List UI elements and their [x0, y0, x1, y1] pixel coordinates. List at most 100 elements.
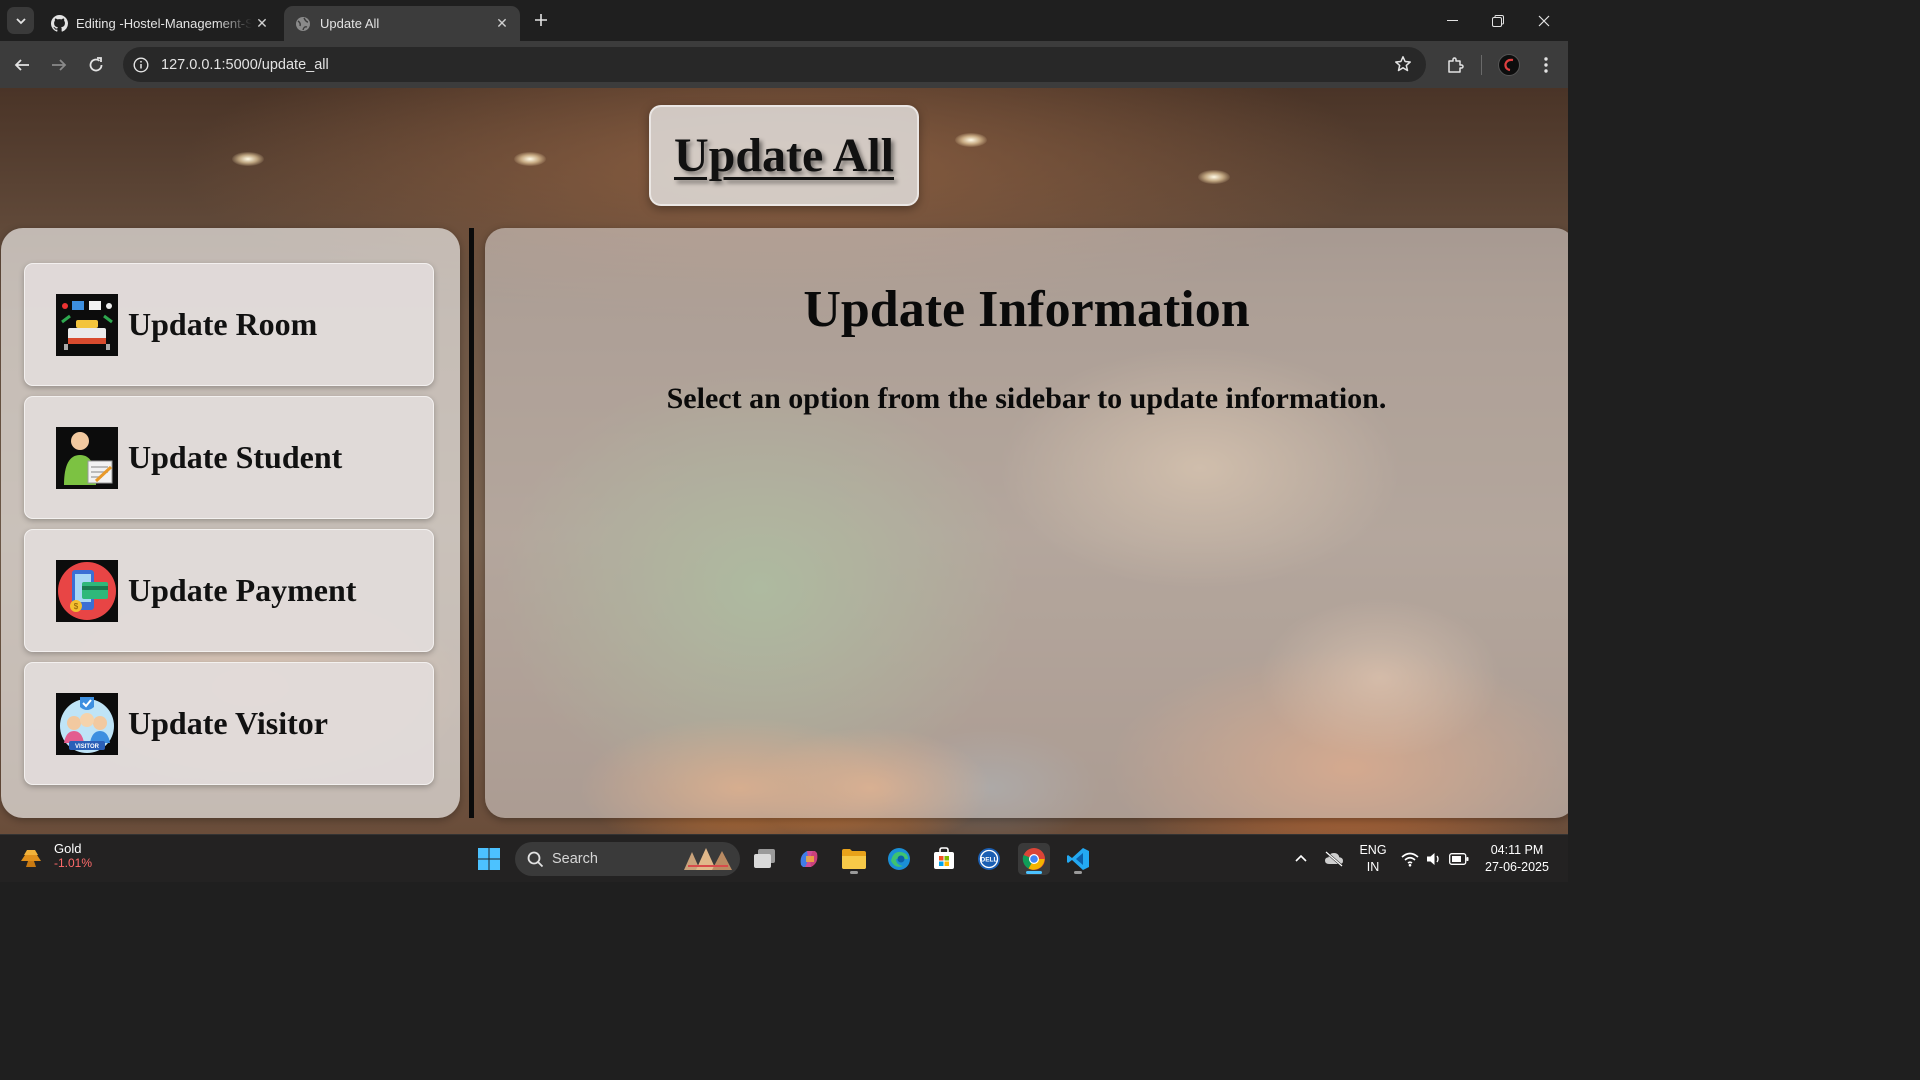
sidebar-item-label: Update Payment	[128, 572, 357, 608]
battery-icon	[1449, 853, 1469, 865]
bookmark-star-icon[interactable]	[1394, 55, 1412, 78]
payment-icon: $	[56, 559, 118, 622]
sidebar-item-update-visitor[interactable]: VISITOR Update Visitor	[24, 662, 434, 785]
close-icon	[1538, 15, 1550, 26]
clock[interactable]: 04:11 PM 27-06-2025	[1478, 842, 1556, 876]
clock-date: 27-06-2025	[1485, 860, 1549, 874]
tab-search-button[interactable]	[7, 7, 34, 34]
minimize-icon	[1446, 20, 1458, 21]
microsoft-store-button[interactable]	[928, 843, 960, 875]
avatar-icon	[1498, 54, 1520, 76]
widget-name: Gold	[54, 841, 82, 856]
task-view-icon	[754, 849, 775, 868]
vscode-button[interactable]	[1062, 843, 1094, 875]
file-explorer-button[interactable]	[838, 843, 870, 875]
kebab-menu-icon	[1544, 57, 1548, 73]
start-button[interactable]	[473, 843, 505, 875]
background-light	[955, 133, 987, 147]
svg-text:$: $	[74, 602, 79, 611]
sidebar-item-update-payment[interactable]: $ Update Payment	[24, 529, 434, 652]
page-viewport: Update All Update Room Update Student $ …	[0, 88, 1568, 834]
github-icon	[50, 15, 68, 33]
new-tab-button[interactable]	[530, 9, 552, 31]
cloud-offline-icon	[1325, 851, 1343, 867]
plus-icon	[535, 14, 547, 26]
copilot-icon	[800, 851, 818, 867]
forward-button[interactable]	[45, 51, 73, 79]
reload-button[interactable]	[82, 51, 110, 79]
restore-button[interactable]	[1475, 0, 1521, 41]
sidebar-item-label: Update Student	[128, 439, 343, 475]
onedrive-status[interactable]	[1318, 843, 1350, 875]
chrome-button[interactable]	[1018, 843, 1050, 875]
sidebar-item-update-student[interactable]: Update Student	[24, 396, 434, 519]
browser-menu-button[interactable]	[1532, 51, 1560, 79]
site-info-icon[interactable]	[132, 56, 150, 74]
main-content-panel: Update Information Select an option from…	[485, 228, 1568, 818]
edge-button[interactable]	[883, 843, 915, 875]
tab-update-all[interactable]: Update All ✕	[284, 6, 520, 41]
show-hidden-icons-button[interactable]	[1285, 843, 1317, 875]
language-code: ENG	[1359, 843, 1387, 857]
close-window-button[interactable]	[1521, 0, 1567, 41]
tab-github-editing[interactable]: Editing -Hostel-Management-S ✕	[40, 6, 280, 41]
sidebar-item-update-room[interactable]: Update Room	[24, 263, 434, 386]
dell-app-button[interactable]: DELL	[973, 843, 1005, 875]
main-heading: Update Information	[803, 281, 1250, 338]
running-indicator	[1026, 871, 1042, 874]
arrow-left-icon	[14, 59, 29, 71]
search-highlight-icon	[684, 848, 732, 870]
weather-market-widget[interactable]: Gold -1.01%	[18, 841, 92, 871]
language-indicator[interactable]: ENG IN	[1355, 842, 1391, 876]
background-light	[514, 152, 546, 166]
background-light	[1198, 170, 1230, 184]
search-icon	[527, 851, 544, 867]
widget-value: -1.01%	[54, 856, 93, 870]
edge-icon	[888, 848, 910, 870]
chrome-icon	[1022, 848, 1045, 870]
store-icon	[934, 847, 954, 869]
windows-logo-icon	[478, 848, 500, 870]
browser-toolbar: 127.0.0.1:5000/update_all	[0, 41, 1568, 88]
room-icon	[56, 293, 118, 356]
globe-icon	[294, 15, 312, 33]
system-status-tray[interactable]	[1395, 843, 1475, 875]
volume-icon	[1427, 853, 1439, 865]
running-indicator	[1074, 871, 1082, 874]
search-placeholder: Search	[552, 851, 598, 867]
chevron-up-icon	[1295, 854, 1307, 862]
puzzle-icon	[1448, 57, 1464, 73]
minimize-button[interactable]	[1429, 0, 1475, 41]
student-icon	[56, 426, 118, 489]
tab-title: Editing -Hostel-Management-S	[76, 16, 252, 31]
reload-icon	[89, 57, 103, 72]
os-taskbar: Gold -1.01% Search DELL ENG IN 04:11 PM …	[0, 834, 1568, 882]
vscode-icon	[1067, 848, 1089, 870]
sidebar-divider	[469, 228, 474, 818]
arrow-right-icon	[52, 59, 67, 71]
close-icon[interactable]: ✕	[492, 14, 512, 34]
wifi-icon	[1401, 852, 1419, 867]
back-button[interactable]	[8, 51, 36, 79]
extensions-button[interactable]	[1441, 51, 1469, 79]
close-icon[interactable]: ✕	[252, 14, 272, 34]
address-bar[interactable]: 127.0.0.1:5000/update_all	[123, 47, 1426, 82]
svg-text:DELL: DELL	[981, 857, 998, 864]
clock-time: 04:11 PM	[1490, 843, 1544, 857]
copilot-button[interactable]	[793, 843, 825, 875]
background-light	[232, 152, 264, 166]
dell-icon: DELL	[978, 848, 1000, 870]
taskbar-search[interactable]: Search	[515, 842, 740, 876]
restore-icon	[1492, 14, 1504, 27]
sidebar-item-label: Update Room	[128, 306, 318, 342]
browser-tab-bar: Editing -Hostel-Management-S ✕ Update Al…	[0, 0, 1568, 41]
running-indicator	[850, 871, 858, 874]
svg-text:VISITOR: VISITOR	[75, 744, 100, 750]
page-title-box: Update All	[649, 105, 919, 206]
url-text[interactable]: 127.0.0.1:5000/update_all	[161, 57, 329, 73]
gold-bars-icon	[21, 850, 41, 867]
chevron-down-icon	[15, 17, 26, 24]
main-message: Select an option from the sidebar to upd…	[666, 382, 1387, 415]
profile-avatar[interactable]	[1495, 51, 1523, 79]
task-view-button[interactable]	[749, 843, 781, 875]
